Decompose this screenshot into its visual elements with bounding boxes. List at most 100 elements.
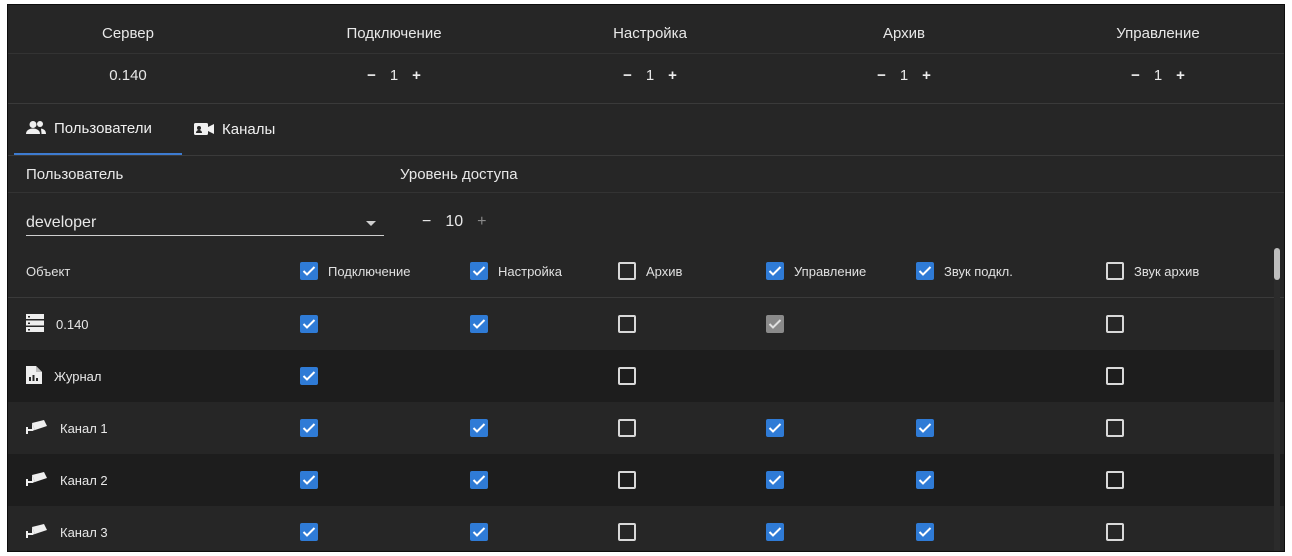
table-row: Канал 1 [8, 402, 1284, 454]
checkbox-connection[interactable] [300, 523, 318, 541]
tab-label: Каналы [222, 120, 276, 138]
checkbox-sound-connection[interactable] [916, 471, 934, 489]
tab-channels[interactable]: Каналы [194, 103, 275, 155]
decrement-button[interactable]: − [877, 67, 886, 84]
level-value: 1 [389, 67, 399, 84]
access-level-label: Уровень доступа [400, 166, 518, 183]
checkbox-sound-archive[interactable] [1106, 471, 1124, 489]
table-row: Канал 3 [8, 506, 1284, 551]
checkbox-archive[interactable] [618, 315, 636, 333]
checkbox-archive[interactable] [618, 419, 636, 437]
checkbox-settings[interactable] [470, 315, 488, 333]
column-connection[interactable]: Подключение [300, 245, 410, 297]
checkbox-sound-connection[interactable] [916, 523, 934, 541]
report-file-icon [26, 365, 42, 387]
access-level-value: 10 [445, 213, 464, 230]
increment-button[interactable]: + [1176, 67, 1185, 84]
checkbox-all-settings[interactable] [470, 262, 488, 280]
control-level-stepper: − 1 + [1058, 67, 1258, 84]
checkbox-sound-archive[interactable] [1106, 315, 1124, 333]
checkbox-archive[interactable] [618, 523, 636, 541]
increment-button[interactable]: + [922, 67, 931, 84]
increment-button[interactable]: + [668, 67, 677, 84]
column-label: Подключение [328, 263, 411, 279]
checkbox-settings[interactable] [470, 419, 488, 437]
tab-bar: Пользователи Каналы [8, 103, 1284, 156]
checkbox-connection[interactable] [300, 419, 318, 437]
security-camera-icon [26, 523, 48, 541]
checkbox-connection[interactable] [300, 315, 318, 333]
table-row: Канал 2 [8, 454, 1284, 506]
server-name-value: 0.140 [109, 67, 147, 84]
decrement-button[interactable]: − [367, 67, 376, 84]
column-label: Управление [794, 263, 867, 279]
checkbox-all-sound-connection[interactable] [916, 262, 934, 280]
header-archive: Архив [882, 25, 926, 42]
tab-users[interactable]: Пользователи [14, 103, 182, 155]
header-settings: Настройка [613, 25, 687, 42]
object-cell: Канал 2 [26, 454, 108, 506]
checkbox-control[interactable] [766, 523, 784, 541]
decrement-button[interactable]: − [1131, 67, 1140, 84]
video-camera-icon [194, 121, 214, 137]
checkbox-sound-archive[interactable] [1106, 523, 1124, 541]
checkbox-control[interactable] [766, 471, 784, 489]
increment-button[interactable]: + [477, 213, 486, 231]
checkbox-sound-archive[interactable] [1106, 419, 1124, 437]
header-connection: Подключение [346, 25, 442, 42]
object-name: Канал 1 [60, 420, 108, 436]
checkbox-sound-connection[interactable] [916, 419, 934, 437]
column-label: Звук архив [1134, 263, 1200, 279]
checkbox-all-sound-archive[interactable] [1106, 262, 1124, 280]
header-server: Сервер [101, 25, 154, 42]
security-camera-icon [26, 471, 48, 489]
table-row: Журнал [8, 350, 1284, 402]
user-access-row: developer − 10 + [8, 193, 1284, 245]
object-cell: Канал 3 [26, 506, 108, 551]
column-label: Звук подкл. [944, 263, 1013, 279]
security-camera-icon [26, 419, 48, 437]
column-object: Объект [26, 245, 70, 297]
scrollbar-track[interactable] [1274, 248, 1280, 551]
checkbox-all-connection[interactable] [300, 262, 318, 280]
divider [8, 53, 1284, 54]
object-name: Канал 2 [60, 472, 108, 488]
user-select[interactable]: developer [26, 207, 384, 236]
checkbox-sound-archive[interactable] [1106, 367, 1124, 385]
increment-button[interactable]: + [412, 67, 421, 84]
table-row: 0.140 [8, 298, 1284, 350]
connection-level-stepper: − 1 + [294, 67, 494, 84]
checkbox-control[interactable] [766, 419, 784, 437]
level-value: 1 [1153, 67, 1163, 84]
checkbox-all-archive[interactable] [618, 262, 636, 280]
server-permissions-grid: Сервер Подключение Настройка Архив Управ… [8, 5, 1284, 104]
object-name: 0.140 [56, 316, 89, 332]
column-archive[interactable]: Архив [618, 245, 682, 297]
column-label: Объект [26, 263, 71, 279]
checkbox-settings[interactable] [470, 471, 488, 489]
checkbox-archive[interactable] [618, 471, 636, 489]
column-control[interactable]: Управление [766, 245, 866, 297]
decrement-button[interactable]: − [623, 67, 632, 84]
table-header: Объект Подключение Настройка Архив Управ… [8, 245, 1284, 298]
checkbox-connection[interactable] [300, 367, 318, 385]
checkbox-archive[interactable] [618, 367, 636, 385]
tab-label: Пользователи [54, 119, 152, 137]
scrollbar-thumb[interactable] [1274, 248, 1280, 280]
checkbox-settings[interactable] [470, 523, 488, 541]
permissions-panel: Сервер Подключение Настройка Архив Управ… [7, 4, 1285, 552]
user-label: Пользователь [26, 166, 124, 183]
column-settings[interactable]: Настройка [470, 245, 562, 297]
checkbox-all-control[interactable] [766, 262, 784, 280]
level-value: 1 [645, 67, 655, 84]
user-access-header: Пользователь Уровень доступа [8, 156, 1284, 193]
object-name: Канал 3 [60, 524, 108, 540]
chevron-down-icon [366, 221, 376, 226]
settings-level-stepper: − 1 + [550, 67, 750, 84]
checkbox-connection[interactable] [300, 471, 318, 489]
server-icon [26, 313, 44, 335]
decrement-button[interactable]: − [422, 213, 431, 231]
column-sound-archive[interactable]: Звук архив [1106, 245, 1199, 297]
column-label: Архив [646, 263, 683, 279]
column-sound-connection[interactable]: Звук подкл. [916, 245, 1013, 297]
